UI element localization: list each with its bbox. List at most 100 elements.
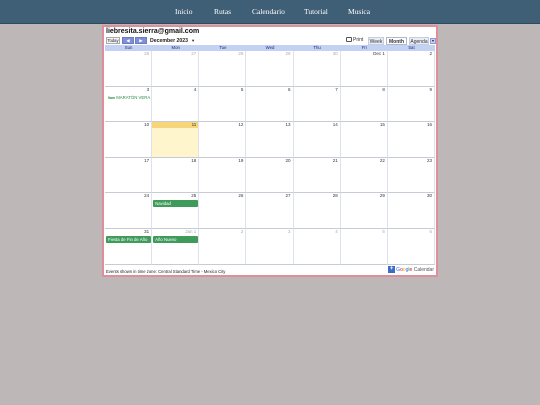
day-number: 6 [288,86,291,92]
chevron-down-icon: ▼ [191,38,196,43]
day-cell[interactable]: 2 [387,51,435,87]
calendar-event[interactable]: Navidad [153,200,199,208]
day-cell[interactable]: 17 [105,157,153,194]
day-cell[interactable]: 3 9amMARATÓN VERA [105,86,153,123]
day-cell[interactable]: 9 [387,86,435,123]
day-cell[interactable]: Dec 1 [340,51,388,87]
tab-week[interactable]: Week [368,37,384,45]
google-logo: Google [396,267,413,273]
day-cell[interactable]: 20 [246,157,294,194]
nav-link-musica[interactable]: Musica [348,7,370,16]
plus-icon: + [388,266,396,274]
day-cell[interactable]: 30 [293,51,341,87]
day-cell[interactable]: 21 [293,157,341,194]
google-calendar-add-button[interactable]: + Google Calendar [388,266,434,274]
day-number: 9 [429,86,432,92]
day-cell[interactable]: 28 [293,193,341,229]
day-cell[interactable]: 31 Fiesta de Fin de Año [105,229,153,265]
day-number: 2 [429,51,432,56]
calendar-event[interactable]: Fiesta de Fin de Año [106,236,152,243]
previous-month-button[interactable]: ◀ [122,37,134,44]
calendar-footer: Events shown in time zone: Central Stand… [104,265,436,275]
day-number: 25 [191,193,197,199]
day-number: 26 [238,193,244,199]
day-number: 7 [335,86,338,92]
day-cell[interactable]: 6 [246,86,294,123]
day-cell[interactable]: 28 [199,51,247,87]
day-number: 8 [382,86,385,92]
current-month-label: December 2023 [150,38,189,44]
day-cell-today[interactable]: 11 [152,122,200,158]
next-month-button[interactable]: ▶ [135,37,147,44]
day-number: 16 [426,122,432,128]
day-number: 6 [429,229,432,234]
day-number: 2 [240,229,244,234]
day-cell[interactable]: 26 [105,51,153,87]
day-cell[interactable]: 3 [246,229,294,265]
nav-link-rutas[interactable]: Rutas [214,7,231,16]
calendar-title: liebresita.sierra@gmail.com [106,28,200,35]
day-cell[interactable]: 6 [387,229,435,265]
day-cell[interactable]: 7 [293,86,341,123]
day-number: 24 [144,193,150,199]
event-title: MARATÓN VERA [116,94,151,100]
calendar-event[interactable]: 9amMARATÓN VERA [106,94,151,101]
day-number: 23 [426,157,432,163]
nav-link-calendario[interactable]: Calendario [252,7,285,16]
day-cell[interactable]: 5 [199,86,247,123]
top-navigation-bar: Inicio Rutas Calendario Tutorial Musica [0,0,540,24]
day-number: 22 [379,157,385,163]
day-cell[interactable]: 2 [199,229,247,265]
day-number: 21 [332,157,338,163]
day-number: 30 [332,51,338,56]
timezone-note: Events shown in time zone: Central Stand… [106,269,226,274]
calendar-event[interactable]: Año Nuevo [153,236,199,243]
event-title: Fiesta de Fin de Año [108,237,148,242]
day-cell[interactable]: 29 [246,51,294,87]
day-cell[interactable]: 14 [293,122,341,158]
day-cell[interactable]: 8 [340,86,388,123]
day-number: 4 [335,229,338,234]
day-number: 18 [191,157,197,163]
day-cell[interactable]: 15 [340,122,388,158]
day-cell[interactable]: 22 [340,157,388,194]
embedded-calendar-frame: liebresita.sierra@gmail.com Today ◀ ▶ De… [102,25,438,277]
day-number: Dec 1 [373,51,385,56]
nav-link-tutorial[interactable]: Tutorial [304,7,328,16]
day-number: 11 [191,122,197,128]
day-cell[interactable]: 27 [152,51,200,87]
day-cell[interactable]: 24 [105,193,153,229]
day-cell[interactable]: 29 [340,193,388,229]
day-cell[interactable]: 13 [246,122,294,158]
nav-link-inicio[interactable]: Inicio [175,7,193,16]
current-month-selector[interactable]: December 2023 ▼ [150,37,195,45]
today-button[interactable]: Today [106,37,120,44]
day-number: 20 [285,157,291,163]
view-dropdown-button[interactable]: ▼ [430,38,436,44]
day-cell[interactable]: 5 [340,229,388,265]
tab-month[interactable]: Month [386,37,407,45]
day-cell[interactable]: 19 [199,157,247,194]
day-cell[interactable]: 26 [199,193,247,229]
day-cell[interactable]: 23 [387,157,435,194]
day-cell[interactable]: 4 [152,86,200,123]
day-number: 14 [332,122,338,128]
print-button[interactable]: Print [346,37,363,44]
day-cell[interactable]: 12 [199,122,247,158]
calendar-word: Calendar [412,267,434,273]
tab-agenda[interactable]: Agenda [409,37,429,45]
day-number: 26 [144,51,150,56]
day-cell[interactable]: 4 [293,229,341,265]
day-number: 19 [238,157,244,163]
day-cell[interactable]: Jan 1 Año Nuevo [152,229,200,265]
day-number: Jan 1 [185,229,197,234]
day-cell[interactable]: 16 [387,122,435,158]
day-cell[interactable]: 30 [387,193,435,229]
day-cell[interactable]: 27 [246,193,294,229]
day-number: 28 [238,51,244,56]
day-cell[interactable]: 25 Navidad [152,193,200,229]
day-cell[interactable]: 10 [105,122,153,158]
printer-icon [346,37,352,43]
day-number: 15 [379,122,385,128]
day-cell[interactable]: 18 [152,157,200,194]
